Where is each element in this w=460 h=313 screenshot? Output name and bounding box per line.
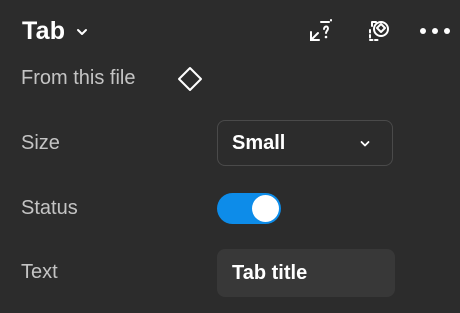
toggle-knob [252, 195, 279, 222]
chevron-down-icon [358, 137, 372, 151]
source-row: From this file [0, 64, 460, 94]
detach-instance-icon[interactable] [305, 14, 339, 48]
status-label: Status [21, 197, 78, 219]
size-value: Small [232, 132, 286, 154]
component-title: Tab [22, 16, 66, 45]
more-icon[interactable] [418, 14, 452, 48]
size-label: Size [21, 132, 60, 154]
swap-instance-icon[interactable] [362, 14, 396, 48]
panel-header: Tab [0, 0, 460, 62]
properties-panel: Tab From this file Size Small Status Tex… [0, 0, 460, 313]
text-label: Text [21, 261, 58, 283]
component-diamond-icon[interactable] [175, 64, 205, 94]
chevron-down-icon [75, 25, 89, 39]
source-label: From this file [21, 67, 136, 89]
component-title-dropdown[interactable]: Tab [22, 14, 89, 48]
status-toggle[interactable] [217, 193, 281, 224]
size-select[interactable]: Small [217, 120, 393, 166]
text-field[interactable]: Tab title [217, 249, 395, 297]
